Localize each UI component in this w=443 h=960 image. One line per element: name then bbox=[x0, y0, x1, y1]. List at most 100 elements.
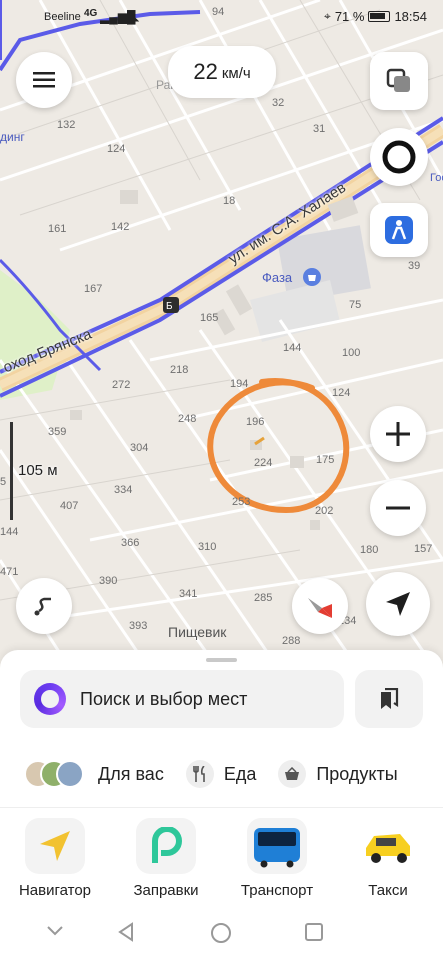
home-icon[interactable] bbox=[210, 922, 232, 944]
bookmark-icon bbox=[381, 688, 399, 709]
panorama-button[interactable] bbox=[370, 203, 428, 257]
category-food[interactable]: Еда bbox=[185, 760, 257, 788]
speed-value: 22 bbox=[193, 59, 218, 84]
fork-knife-icon bbox=[185, 760, 214, 788]
house-number: 39 bbox=[408, 260, 421, 272]
battery-percent: 71 % bbox=[334, 9, 365, 24]
plus-icon bbox=[386, 422, 410, 446]
basket-icon bbox=[278, 760, 307, 788]
category-for-you[interactable]: Для вас bbox=[24, 760, 164, 788]
house-number: 196 bbox=[246, 416, 265, 428]
house-number: 31 bbox=[313, 123, 326, 135]
bus-icon bbox=[247, 818, 307, 874]
search-placeholder: Поиск и выбор мест bbox=[80, 688, 248, 709]
battery-icon bbox=[368, 11, 391, 22]
panorama-person-icon bbox=[385, 216, 413, 244]
alice-ring-icon bbox=[382, 140, 416, 174]
house-number: 224 bbox=[254, 457, 273, 469]
route-shape-button[interactable] bbox=[16, 578, 72, 634]
place-label-gosno: Госно bbox=[430, 172, 443, 184]
alice-button[interactable] bbox=[370, 128, 428, 186]
house-number: 142 bbox=[111, 221, 130, 233]
house-number: 359 bbox=[48, 426, 67, 438]
layers-button[interactable] bbox=[370, 52, 428, 110]
app-navigator[interactable]: Навигатор bbox=[0, 818, 110, 899]
category-row: Для вас Еда Продукты bbox=[24, 756, 420, 792]
location-icon: ⌖ bbox=[324, 9, 331, 23]
house-number: 272 bbox=[112, 379, 131, 391]
scale-bar bbox=[10, 422, 13, 520]
scale-label: 105 м bbox=[18, 462, 58, 479]
app-transport[interactable]: Транспорт bbox=[222, 818, 332, 899]
speed-indicator: 22 км/ч bbox=[168, 46, 276, 98]
category-label: Для вас bbox=[98, 763, 164, 784]
house-number: 100 bbox=[342, 347, 361, 359]
house-number: 75 bbox=[349, 299, 362, 311]
house-number: 334 bbox=[114, 484, 133, 496]
minus-icon bbox=[386, 506, 410, 510]
house-number: 18 bbox=[223, 195, 236, 207]
house-number: 32 bbox=[272, 97, 285, 109]
house-number: 341 bbox=[179, 588, 198, 600]
navigator-arrow-icon bbox=[25, 818, 85, 874]
speed-unit: км/ч bbox=[221, 65, 251, 82]
recents-icon[interactable] bbox=[304, 922, 324, 942]
sheet-drag-handle[interactable] bbox=[206, 658, 237, 662]
house-number: 132 bbox=[57, 119, 76, 131]
services-row: Навигатор Заправки Транспорт Такси bbox=[0, 818, 443, 899]
map-view[interactable]: Б 94 32 31 132 124 18 161 142 167 165 21… bbox=[0, 0, 443, 700]
house-number: 471 bbox=[0, 566, 19, 578]
house-number: 202 bbox=[315, 505, 334, 517]
wifi-icon: ◣ bbox=[130, 9, 140, 23]
app-label: Заправки bbox=[133, 882, 199, 899]
bottom-sheet[interactable]: Поиск и выбор мест Для вас Еда Продукты … bbox=[0, 650, 443, 960]
house-number: 253 bbox=[232, 496, 251, 508]
house-number: 288 bbox=[282, 635, 301, 647]
alice-icon[interactable] bbox=[34, 683, 66, 715]
house-number: 285 bbox=[254, 592, 273, 604]
taxi-icon bbox=[358, 818, 418, 874]
house-number: 124 bbox=[107, 143, 126, 155]
hamburger-icon bbox=[33, 72, 55, 88]
menu-button[interactable] bbox=[16, 52, 72, 108]
route-squiggle-icon bbox=[34, 597, 51, 616]
divider bbox=[0, 807, 443, 808]
house-number: 157 bbox=[414, 543, 433, 555]
avatar bbox=[56, 760, 84, 788]
category-groceries[interactable]: Продукты bbox=[278, 760, 398, 788]
house-number: 124 bbox=[332, 387, 351, 399]
bookmarks-button[interactable] bbox=[355, 670, 423, 728]
carrier-label: Beeline bbox=[44, 11, 81, 23]
house-number: 5 bbox=[0, 476, 7, 488]
layers-icon bbox=[386, 68, 410, 92]
house-number: 180 bbox=[360, 544, 379, 556]
app-taxi[interactable]: Такси bbox=[333, 818, 443, 899]
zoom-in-button[interactable] bbox=[370, 406, 426, 462]
compass-button[interactable] bbox=[292, 578, 348, 634]
for-you-avatars bbox=[24, 760, 84, 788]
place-label-ding: динг bbox=[0, 130, 25, 144]
category-label: Еда bbox=[223, 763, 257, 784]
house-number: 310 bbox=[198, 541, 217, 553]
place-label-pishchevik: Пищевик bbox=[168, 624, 227, 640]
house-number: 407 bbox=[60, 500, 79, 512]
svg-text:Б: Б bbox=[166, 301, 173, 312]
search-bar[interactable]: Поиск и выбор мест bbox=[20, 670, 344, 728]
house-number: 165 bbox=[200, 312, 219, 324]
house-number: 304 bbox=[130, 442, 149, 454]
house-number: 248 bbox=[178, 413, 197, 425]
status-bar: Beeline 4G ▂▄▆█ ◣ ⌖ 71 % 18:54 bbox=[0, 0, 443, 34]
clock: 18:54 bbox=[394, 9, 427, 24]
house-number: 218 bbox=[170, 364, 189, 376]
house-number: 161 bbox=[48, 223, 67, 235]
house-number: 393 bbox=[129, 620, 148, 632]
zoom-out-button[interactable] bbox=[370, 480, 426, 536]
category-label: Продукты bbox=[316, 763, 398, 784]
house-number: 167 bbox=[84, 283, 103, 295]
app-fuel[interactable]: Заправки bbox=[111, 818, 221, 899]
house-number: 194 bbox=[230, 378, 249, 390]
my-location-button[interactable] bbox=[366, 572, 430, 636]
fuel-icon bbox=[136, 818, 196, 874]
chevron-down-icon[interactable] bbox=[46, 922, 64, 940]
back-icon[interactable] bbox=[116, 922, 136, 942]
